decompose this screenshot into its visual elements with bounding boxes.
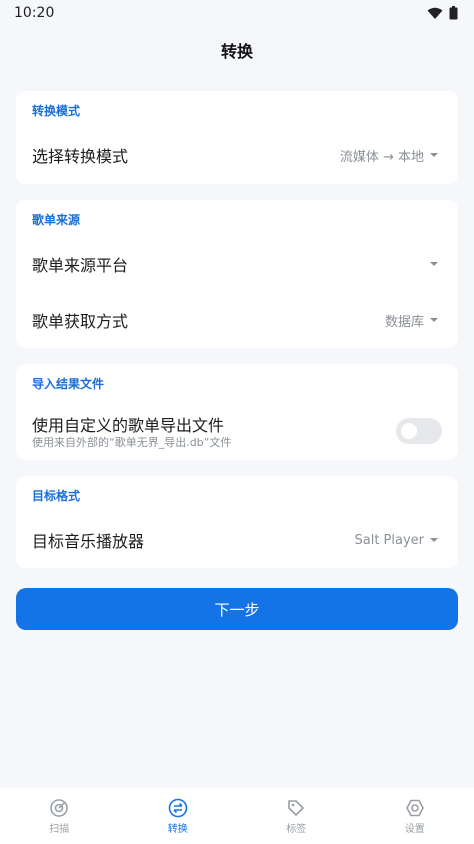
custom-export-toggle[interactable] [396, 418, 442, 444]
source-section-header: 歌单来源 [32, 213, 81, 227]
import-card: 导入结果文件 使用自定义的歌单导出文件 使用来自外部的“歌单无界_导出.db”文… [16, 364, 458, 460]
bottom-nav: 扫描 转换 标签 设置 [0, 788, 474, 844]
dropdown-arrow-icon [430, 262, 438, 266]
scan-icon [50, 798, 69, 817]
source-method-dropdown[interactable]: 数据库 [385, 311, 438, 330]
select-mode-row[interactable]: 选择转换模式 流媒体 → 本地 [16, 135, 458, 175]
target-player-dropdown[interactable]: Salt Player [354, 533, 438, 548]
import-section-header: 导入结果文件 [32, 377, 105, 391]
nav-label-scan: 扫描 [49, 823, 70, 835]
source-platform-label: 歌单来源平台 [32, 256, 129, 275]
dropdown-arrow-icon [430, 538, 438, 542]
convert-icon [168, 798, 188, 817]
next-step-button[interactable]: 下一步 [16, 588, 458, 630]
dropdown-arrow-icon [430, 153, 438, 157]
dropdown-arrow-icon [430, 318, 438, 322]
target-player-row[interactable]: 目标音乐播放器 Salt Player [16, 520, 458, 560]
status-bar: 10:20 [0, 0, 474, 26]
nav-item-tag[interactable]: 标签 [237, 798, 355, 835]
toggle-knob [401, 423, 417, 439]
settings-icon [405, 799, 424, 816]
source-card: 歌单来源 歌单来源平台 歌单获取方式 数据库 [16, 200, 458, 348]
tag-icon [288, 799, 305, 816]
nav-item-settings[interactable]: 设置 [356, 798, 474, 835]
source-platform-row[interactable]: 歌单来源平台 [16, 244, 458, 284]
target-player-label: 目标音乐播放器 [32, 532, 145, 551]
page-title: 转换 [220, 42, 253, 61]
mode-card: 转换模式 选择转换模式 流媒体 → 本地 [16, 91, 458, 184]
nav-label-tag: 标签 [286, 823, 307, 835]
source-method-row[interactable]: 歌单获取方式 数据库 [16, 300, 458, 340]
status-time: 10:20 [14, 5, 55, 21]
source-method-value: 数据库 [384, 314, 424, 330]
wifi-icon [427, 7, 443, 19]
target-section-header: 目标格式 [32, 489, 81, 503]
custom-export-description: 使用来自外部的“歌单无界_导出.db”文件 [32, 436, 232, 449]
select-mode-value: 流媒体 → 本地 [339, 149, 424, 165]
nav-item-convert[interactable]: 转换 [119, 798, 237, 835]
nav-item-scan[interactable]: 扫描 [0, 798, 118, 835]
target-player-value: Salt Player [354, 532, 424, 548]
nav-label-settings: 设置 [404, 823, 425, 835]
status-icons [427, 6, 458, 20]
mode-section-header: 转换模式 [32, 104, 81, 118]
target-card: 目标格式 目标音乐播放器 Salt Player [16, 476, 458, 568]
select-mode-label: 选择转换模式 [32, 147, 129, 166]
nav-label-convert: 转换 [167, 823, 188, 835]
source-platform-dropdown[interactable] [424, 262, 438, 266]
select-mode-dropdown[interactable]: 流媒体 → 本地 [340, 146, 438, 165]
custom-export-label: 使用自定义的歌单导出文件 [32, 416, 225, 435]
source-method-label: 歌单获取方式 [32, 312, 129, 331]
battery-icon [449, 6, 458, 20]
